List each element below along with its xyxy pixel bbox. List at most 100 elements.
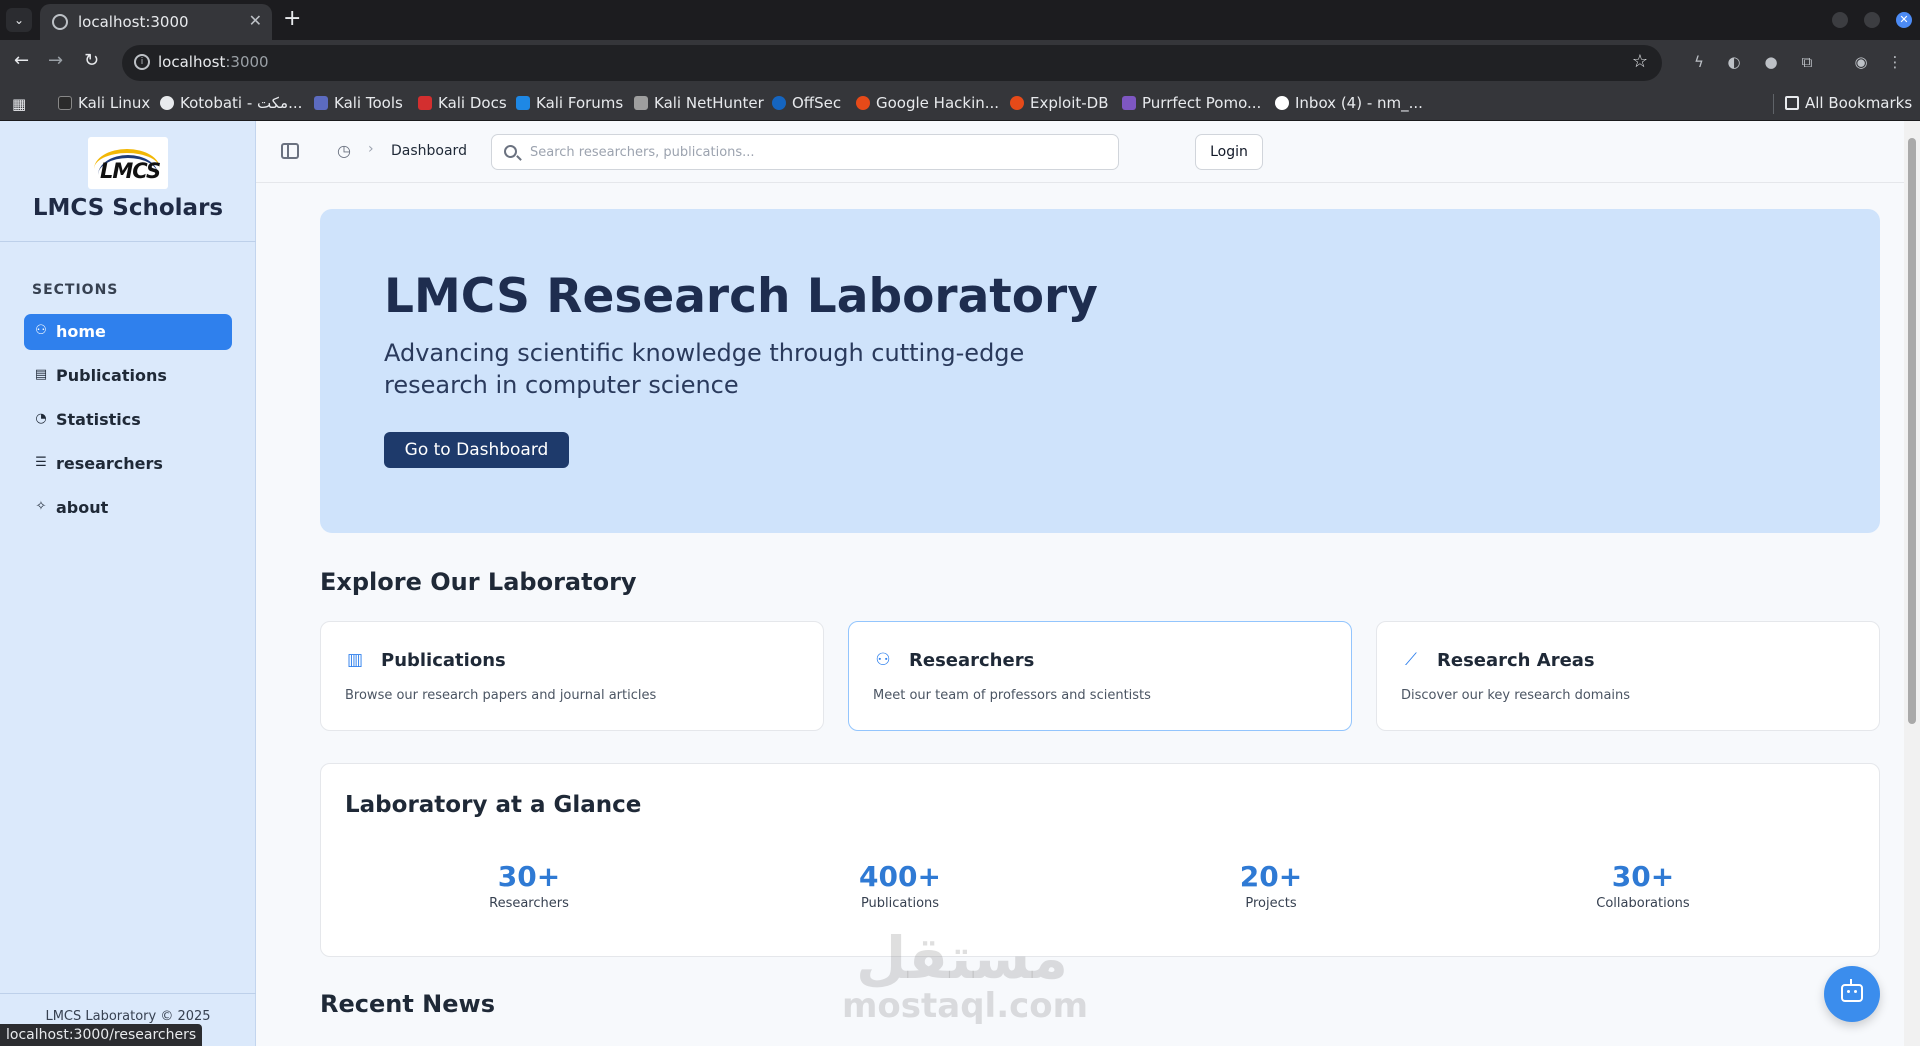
minimize-window-button[interactable]: [1832, 12, 1848, 28]
people-icon: ⚇: [35, 323, 47, 338]
sidebar-item-home[interactable]: ⚇ home: [24, 314, 232, 350]
extension-bolt-icon[interactable]: ϟ: [1690, 53, 1708, 71]
tab-search-chevron-icon[interactable]: ⌄: [6, 8, 32, 32]
back-arrow-icon[interactable]: ←: [14, 50, 29, 71]
address-url[interactable]: localhost:3000: [158, 53, 269, 71]
bookmark-label: Kotobati - مكت...: [180, 94, 303, 112]
extensions-puzzle-icon[interactable]: ⧉: [1798, 53, 1816, 71]
bookmark-item[interactable]: Google Hackin...: [856, 94, 999, 112]
all-bookmarks-label: All Bookmarks: [1805, 94, 1913, 112]
bookmarks-bar: ▦ Kali Linux Kotobati - مكت... Kali Tool…: [0, 86, 1920, 121]
stat-value: 400+: [859, 860, 941, 893]
bookmark-item[interactable]: Kali NetHunter: [634, 94, 764, 112]
logo-text: LMCS: [100, 159, 161, 183]
bookmark-favicon-icon: [58, 96, 72, 110]
stat-label: Projects: [1245, 896, 1297, 911]
bookmark-favicon-icon: [1275, 96, 1289, 110]
reload-icon[interactable]: ↻: [84, 50, 99, 71]
glance-title: Laboratory at a Glance: [345, 792, 642, 818]
history-clock-icon[interactable]: ◷: [334, 141, 354, 161]
stat-collaborations: 30+ Collaborations: [1513, 860, 1773, 911]
bookmark-label: Kali Docs: [438, 94, 507, 112]
chatbot-button[interactable]: [1824, 966, 1880, 1022]
bookmark-label: Kali NetHunter: [654, 94, 764, 112]
bookmark-item[interactable]: Kali Tools: [314, 94, 403, 112]
bookmark-item[interactable]: Kali Forums: [516, 94, 623, 112]
bookmark-label: OffSec: [792, 94, 842, 112]
mostaql-watermark: مستقل mostaql.com: [842, 928, 1088, 1024]
sidebar-item-about[interactable]: ✧ about: [24, 490, 232, 526]
browser-tab[interactable]: localhost:3000 ✕: [40, 4, 272, 40]
book-icon: ▥: [346, 650, 364, 670]
sidebar-divider: [0, 241, 256, 242]
new-tab-plus-icon[interactable]: +: [283, 6, 301, 31]
tab-strip: ⌄ localhost:3000 ✕ + ✕: [0, 0, 1920, 40]
search-box[interactable]: [491, 134, 1119, 170]
bookmark-item[interactable]: Kali Docs: [418, 94, 507, 112]
stat-label: Collaborations: [1596, 896, 1690, 911]
sidebar-item-publications[interactable]: ▤ Publications: [24, 358, 232, 394]
breadcrumb[interactable]: Dashboard: [391, 143, 467, 159]
stat-value: 30+: [497, 860, 561, 893]
browser-menu-icon[interactable]: ⋮: [1886, 53, 1904, 71]
card-title: Researchers: [909, 650, 1035, 671]
bookmark-item[interactable]: Inbox (4) - nm_...: [1275, 94, 1423, 112]
card-title: Research Areas: [1437, 650, 1595, 671]
sidebar-item-label: Publications: [56, 366, 167, 385]
stat-label: Researchers: [489, 896, 569, 911]
tab-title: localhost:3000: [78, 13, 189, 31]
extension-moon-icon[interactable]: ◐: [1725, 53, 1743, 71]
breadcrumb-chevron-icon: ›: [368, 141, 374, 157]
close-window-button[interactable]: ✕: [1896, 12, 1912, 28]
bookmark-label: Kali Forums: [536, 94, 624, 112]
all-bookmarks-button[interactable]: All Bookmarks: [1785, 94, 1912, 112]
sidebar: LMCS LMCS Scholars SECTIONS ⚇ home ▤ Pub…: [0, 121, 256, 1046]
list-icon: ☰: [35, 455, 47, 470]
extension-cookie-icon[interactable]: ●: [1762, 53, 1780, 71]
bookmark-star-icon[interactable]: ☆: [1632, 51, 1648, 72]
maximize-window-button[interactable]: [1864, 12, 1880, 28]
bookmark-favicon-icon: [856, 96, 870, 110]
toggle-sidebar-icon[interactable]: [281, 143, 299, 159]
sidebar-item-statistics[interactable]: ◔ Statistics: [24, 402, 232, 438]
stat-researchers: 30+ Researchers: [399, 860, 659, 911]
recent-news-title: Recent News: [320, 990, 495, 1018]
address-bar[interactable]: i localhost:3000 ☆: [122, 45, 1662, 81]
sidebar-item-label: Statistics: [56, 410, 141, 429]
login-button[interactable]: Login: [1195, 134, 1263, 170]
hero-banner: LMCS Research Laboratory Advancing scien…: [320, 209, 1880, 533]
bookmark-item[interactable]: Kali Linux: [58, 94, 150, 112]
bookmark-favicon-icon: [1010, 96, 1024, 110]
bookmark-favicon-icon: [634, 96, 648, 110]
forward-arrow-icon[interactable]: →: [48, 50, 63, 71]
bookmark-item[interactable]: Purrfect Pomo...: [1122, 94, 1261, 112]
scrollbar-thumb[interactable]: [1908, 138, 1916, 724]
bookmark-item[interactable]: Exploit-DB: [1010, 94, 1109, 112]
lmcs-logo[interactable]: LMCS: [88, 137, 168, 189]
site-info-icon[interactable]: i: [134, 54, 150, 70]
sidebar-item-label: home: [56, 322, 106, 341]
url-host: localhost: [158, 53, 226, 71]
stat-projects: 20+ Projects: [1141, 860, 1401, 911]
card-researchers[interactable]: ⚇ Researchers Meet our team of professor…: [848, 621, 1352, 731]
sidebar-item-label: about: [56, 498, 109, 517]
browser-toolbar: ← → ↻ i localhost:3000 ☆ ϟ ◐ ● ⧉ ◉ ⋮: [0, 40, 1920, 86]
apps-grid-icon[interactable]: ▦: [12, 95, 26, 113]
bookmark-item[interactable]: Kotobati - مكت...: [160, 94, 302, 112]
close-tab-icon[interactable]: ✕: [249, 11, 262, 30]
bookmark-label: Exploit-DB: [1030, 94, 1109, 112]
document-icon: ▤: [34, 367, 48, 382]
sparkle-icon: ✧: [35, 499, 47, 514]
bookmark-label: Kali Linux: [78, 94, 151, 112]
search-input[interactable]: [530, 135, 1110, 169]
card-publications[interactable]: ▥ Publications Browse our research paper…: [320, 621, 824, 731]
hero-title: LMCS Research Laboratory: [384, 269, 1098, 324]
sidebar-footer-divider: [0, 993, 256, 994]
sidebar-item-researchers[interactable]: ☰ researchers: [24, 446, 232, 482]
users-icon: ⚇: [875, 650, 891, 670]
profile-icon[interactable]: ◉: [1852, 53, 1870, 71]
card-research-areas[interactable]: ⟋ Research Areas Discover our key resear…: [1376, 621, 1880, 731]
go-to-dashboard-button[interactable]: Go to Dashboard: [384, 432, 569, 468]
bookmark-favicon-icon: [314, 96, 328, 110]
bookmark-item[interactable]: OffSec: [772, 94, 841, 112]
